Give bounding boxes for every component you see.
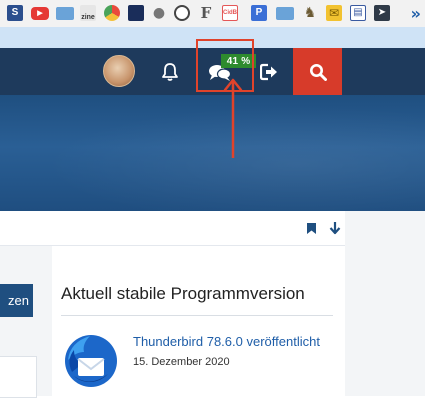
- content-toolbar: [0, 211, 345, 246]
- bookmark-icon[interactable]: [306, 222, 317, 235]
- right-gutter: [345, 211, 425, 396]
- thunderbird-logo-icon[interactable]: [60, 330, 120, 390]
- news-date: 15. Dezember 2020: [133, 356, 230, 368]
- widget-divider: [61, 315, 333, 316]
- news-title-link[interactable]: Thunderbird 78.6.0 veröffentlicht: [133, 334, 320, 349]
- arrow-down-icon[interactable]: [329, 221, 341, 235]
- left-input-field[interactable]: [0, 356, 37, 398]
- widget-title: Aktuell stabile Programmversion: [61, 284, 305, 303]
- left-action-button[interactable]: zen: [0, 284, 33, 317]
